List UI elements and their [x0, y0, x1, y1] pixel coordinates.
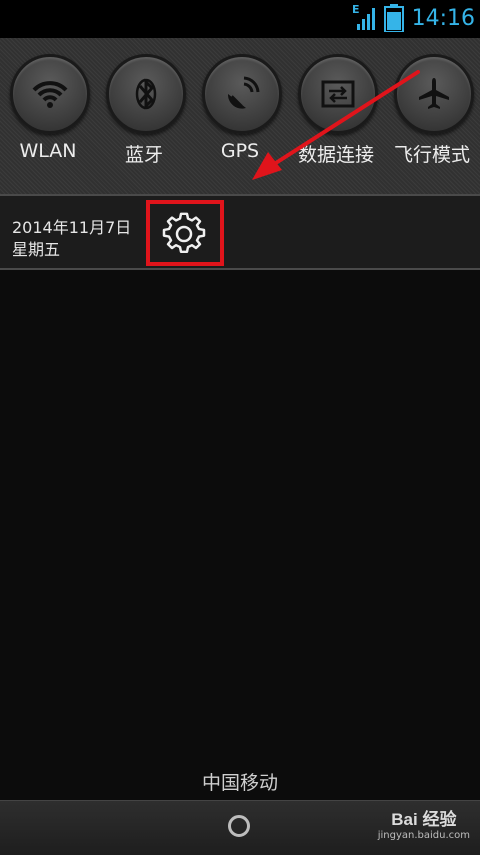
- quick-settings-panel: WLAN 蓝牙 GPS 数据连接 飞行模式: [0, 38, 480, 226]
- toggle-label: 数据连接: [297, 144, 374, 166]
- toggle-label: WLAN: [19, 140, 77, 162]
- toggle-label: 蓝牙: [124, 144, 163, 166]
- watermark-url: jingyan.baidu.com: [377, 830, 470, 841]
- gear-icon[interactable]: [162, 212, 206, 256]
- toggle-gps[interactable]: GPS: [192, 54, 288, 184]
- data-connection-icon: [321, 80, 355, 108]
- clock: 14:16: [411, 6, 475, 31]
- weekday-text: 星期五: [12, 240, 61, 259]
- watermark-brand: Bai 经验: [391, 810, 457, 829]
- watermark: Bai 经验 jingyan.baidu.com: [378, 805, 470, 841]
- toggle-data-connection[interactable]: 数据连接: [288, 54, 384, 184]
- toggle-wlan[interactable]: WLAN: [0, 54, 96, 184]
- bluetooth-icon: [135, 78, 157, 110]
- toggle-airplane-mode[interactable]: 飞行模式: [384, 54, 480, 184]
- drawer-handle-icon[interactable]: [228, 815, 250, 837]
- toggle-label: GPS: [220, 140, 260, 162]
- notification-drawer-handle-bar[interactable]: Bai 经验 jingyan.baidu.com: [0, 800, 480, 855]
- toggle-label: 飞行模式: [393, 144, 470, 166]
- notification-header: 2014年11月7日 星期五: [0, 194, 480, 270]
- battery-icon: [384, 4, 404, 32]
- date-text: 2014年11月7日: [12, 218, 132, 237]
- signal-strength-icon: [357, 8, 375, 30]
- gps-icon: [227, 76, 260, 109]
- airplane-icon: [419, 78, 449, 109]
- toggle-bluetooth[interactable]: 蓝牙: [96, 54, 192, 184]
- carrier-name: 中国移动: [201, 772, 278, 794]
- wifi-icon: [32, 81, 68, 108]
- status-bar: E 14:16: [0, 0, 480, 38]
